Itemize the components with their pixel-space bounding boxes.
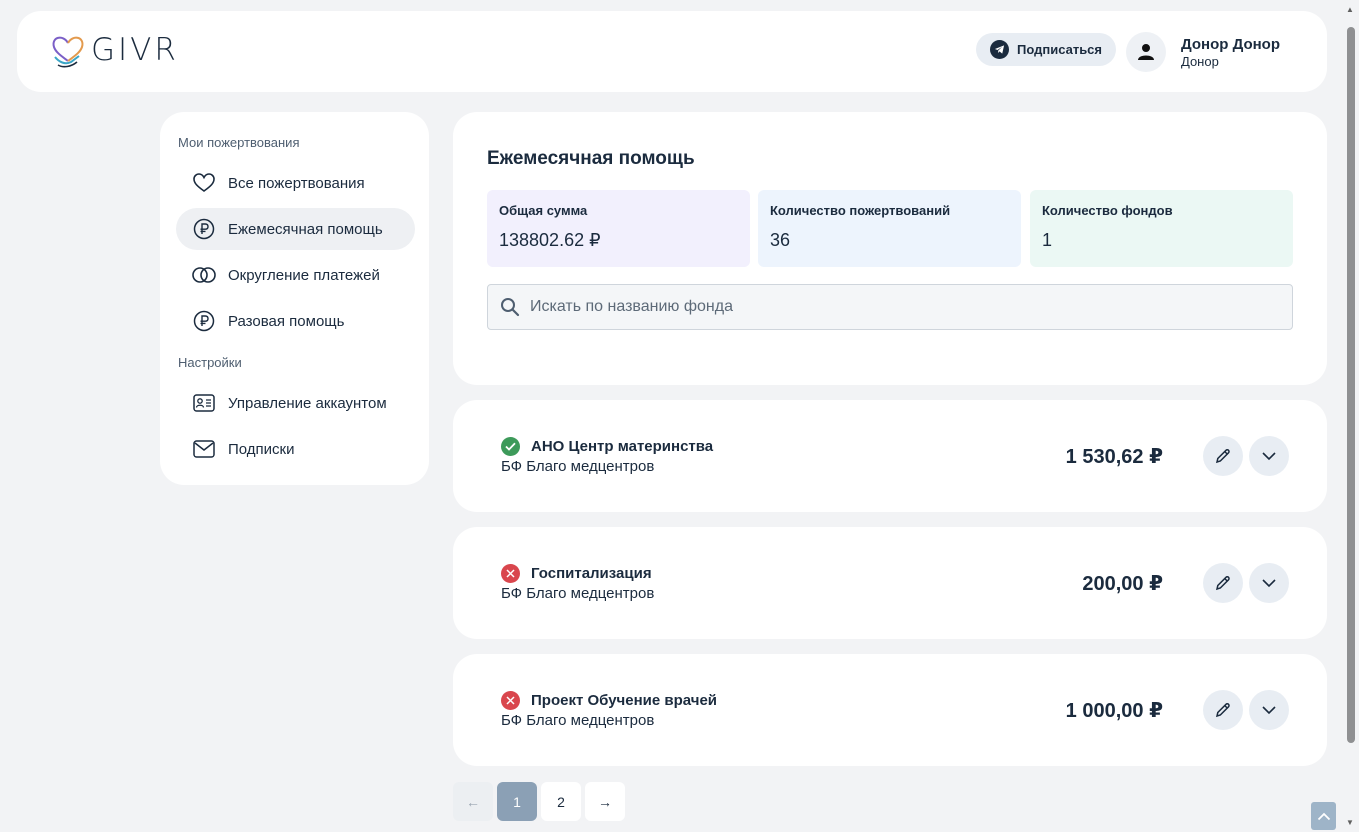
- edit-button[interactable]: [1203, 690, 1243, 730]
- donation-amount: 200,00 ₽: [1082, 573, 1163, 595]
- stat-value: 1: [1042, 230, 1053, 250]
- sidebar-item-label: Подписки: [228, 440, 295, 458]
- page-title: Ежемесячная помощь: [487, 148, 695, 169]
- chevron-up-icon: [1317, 812, 1330, 820]
- page-number: 1: [513, 793, 521, 810]
- expand-button[interactable]: [1249, 436, 1289, 476]
- summary-panel: Ежемесячная помощь Общая сумма 138802.62…: [453, 112, 1327, 385]
- page-number: 2: [557, 793, 565, 810]
- edit-button[interactable]: [1203, 563, 1243, 603]
- scroll-down-arrow-icon[interactable]: ▼: [1346, 818, 1354, 827]
- sidebar-section-settings: Настройки: [178, 355, 242, 370]
- search-input[interactable]: [530, 298, 1270, 316]
- expand-button[interactable]: [1249, 563, 1289, 603]
- donation-title: Проект Обучение врачей: [531, 692, 718, 709]
- stat-label: Количество пожертвований: [770, 203, 951, 218]
- stat-label: Общая сумма: [499, 203, 588, 218]
- ruble-coin-icon: [192, 309, 216, 333]
- sidebar-item-label: Ежемесячная помощь: [228, 220, 383, 238]
- logo-text: GIVR: [91, 32, 179, 68]
- stat-total-sum: Общая сумма 138802.62 ₽: [487, 190, 750, 267]
- pagination-next[interactable]: →: [585, 782, 625, 821]
- user-icon: [1138, 44, 1154, 60]
- telegram-icon: [990, 40, 1009, 59]
- search-box: [487, 284, 1293, 330]
- donation-card: АНО Центр материнства БФ Благо медцентро…: [453, 400, 1327, 512]
- edit-button[interactable]: [1203, 436, 1243, 476]
- id-card-icon: [192, 391, 216, 415]
- ruble-coin-icon: [192, 217, 216, 241]
- subscribe-button[interactable]: Подписаться: [976, 33, 1117, 66]
- status-cancelled-icon: [501, 564, 520, 583]
- heart-hand-logo-icon: [52, 36, 84, 68]
- donation-amount: 1 530,62 ₽: [1065, 446, 1163, 468]
- mail-icon: [192, 437, 216, 461]
- donation-fund: БФ Благо медцентров: [501, 712, 655, 729]
- stat-label: Количество фондов: [1042, 203, 1173, 218]
- heart-icon: [192, 171, 216, 195]
- sidebar-item-one-time[interactable]: Разовая помощь: [176, 300, 415, 342]
- sidebar-item-label: Разовая помощь: [228, 312, 345, 330]
- sidebar-item-label: Все пожертвования: [228, 174, 365, 192]
- chevron-down-icon: [1262, 706, 1276, 715]
- donation-card: Проект Обучение врачей БФ Благо медцентр…: [453, 654, 1327, 766]
- expand-button[interactable]: [1249, 690, 1289, 730]
- sidebar-item-subscriptions[interactable]: Подписки: [176, 428, 415, 470]
- user-role: Донор: [1181, 54, 1219, 69]
- sidebar-item-all-donations[interactable]: Все пожертвования: [176, 162, 415, 204]
- sidebar: Мои пожертвования Все пожертвования Ежем…: [160, 112, 429, 485]
- scrollbar[interactable]: ▲ ▼: [1342, 0, 1359, 832]
- sidebar-item-label: Округление платежей: [228, 266, 380, 284]
- scroll-thumb[interactable]: [1347, 27, 1355, 743]
- donation-fund: БФ Благо медцентров: [501, 458, 655, 475]
- chevron-down-icon: [1262, 452, 1276, 461]
- pencil-icon: [1215, 576, 1230, 591]
- pencil-icon: [1215, 703, 1230, 718]
- sidebar-item-account[interactable]: Управление аккаунтом: [176, 382, 415, 424]
- user-name[interactable]: Донор Донор: [1181, 36, 1280, 53]
- givr-logo[interactable]: GIVR: [49, 31, 179, 69]
- top-header: GIVR Подписаться Донор Донор Донор: [17, 11, 1327, 92]
- stat-value: 36: [770, 230, 791, 250]
- sidebar-item-monthly[interactable]: Ежемесячная помощь: [176, 208, 415, 250]
- pagination-prev[interactable]: ←: [453, 782, 493, 821]
- pagination-page-2[interactable]: 2: [541, 782, 581, 821]
- scroll-up-arrow-icon[interactable]: ▲: [1346, 5, 1354, 14]
- arrow-left-icon: ←: [466, 793, 480, 810]
- sidebar-section-donations: Мои пожертвования: [178, 135, 300, 150]
- donation-title: Госпитализация: [531, 565, 652, 582]
- stat-value: 138802.62 ₽: [499, 230, 601, 250]
- arrow-right-icon: →: [598, 793, 612, 810]
- status-cancelled-icon: [501, 691, 520, 710]
- stat-donations-count: Количество пожертвований 36: [758, 190, 1021, 267]
- avatar[interactable]: [1126, 32, 1166, 72]
- rings-icon: [192, 263, 216, 287]
- subscribe-label: Подписаться: [1017, 42, 1103, 57]
- sidebar-item-rounding[interactable]: Округление платежей: [176, 254, 415, 296]
- chevron-down-icon: [1262, 579, 1276, 588]
- donation-amount: 1 000,00 ₽: [1065, 700, 1163, 722]
- scroll-to-top-button[interactable]: [1311, 802, 1336, 830]
- donation-fund: БФ Благо медцентров: [501, 585, 655, 602]
- donation-card: Госпитализация БФ Благо медцентров 200,0…: [453, 527, 1327, 639]
- pagination-page-1[interactable]: 1: [497, 782, 537, 821]
- donation-title: АНО Центр материнства: [531, 438, 714, 455]
- status-active-icon: [501, 437, 520, 456]
- search-icon: [501, 298, 520, 317]
- pencil-icon: [1215, 449, 1230, 464]
- stat-funds-count: Количество фондов 1: [1030, 190, 1293, 267]
- sidebar-item-label: Управление аккаунтом: [228, 394, 387, 412]
